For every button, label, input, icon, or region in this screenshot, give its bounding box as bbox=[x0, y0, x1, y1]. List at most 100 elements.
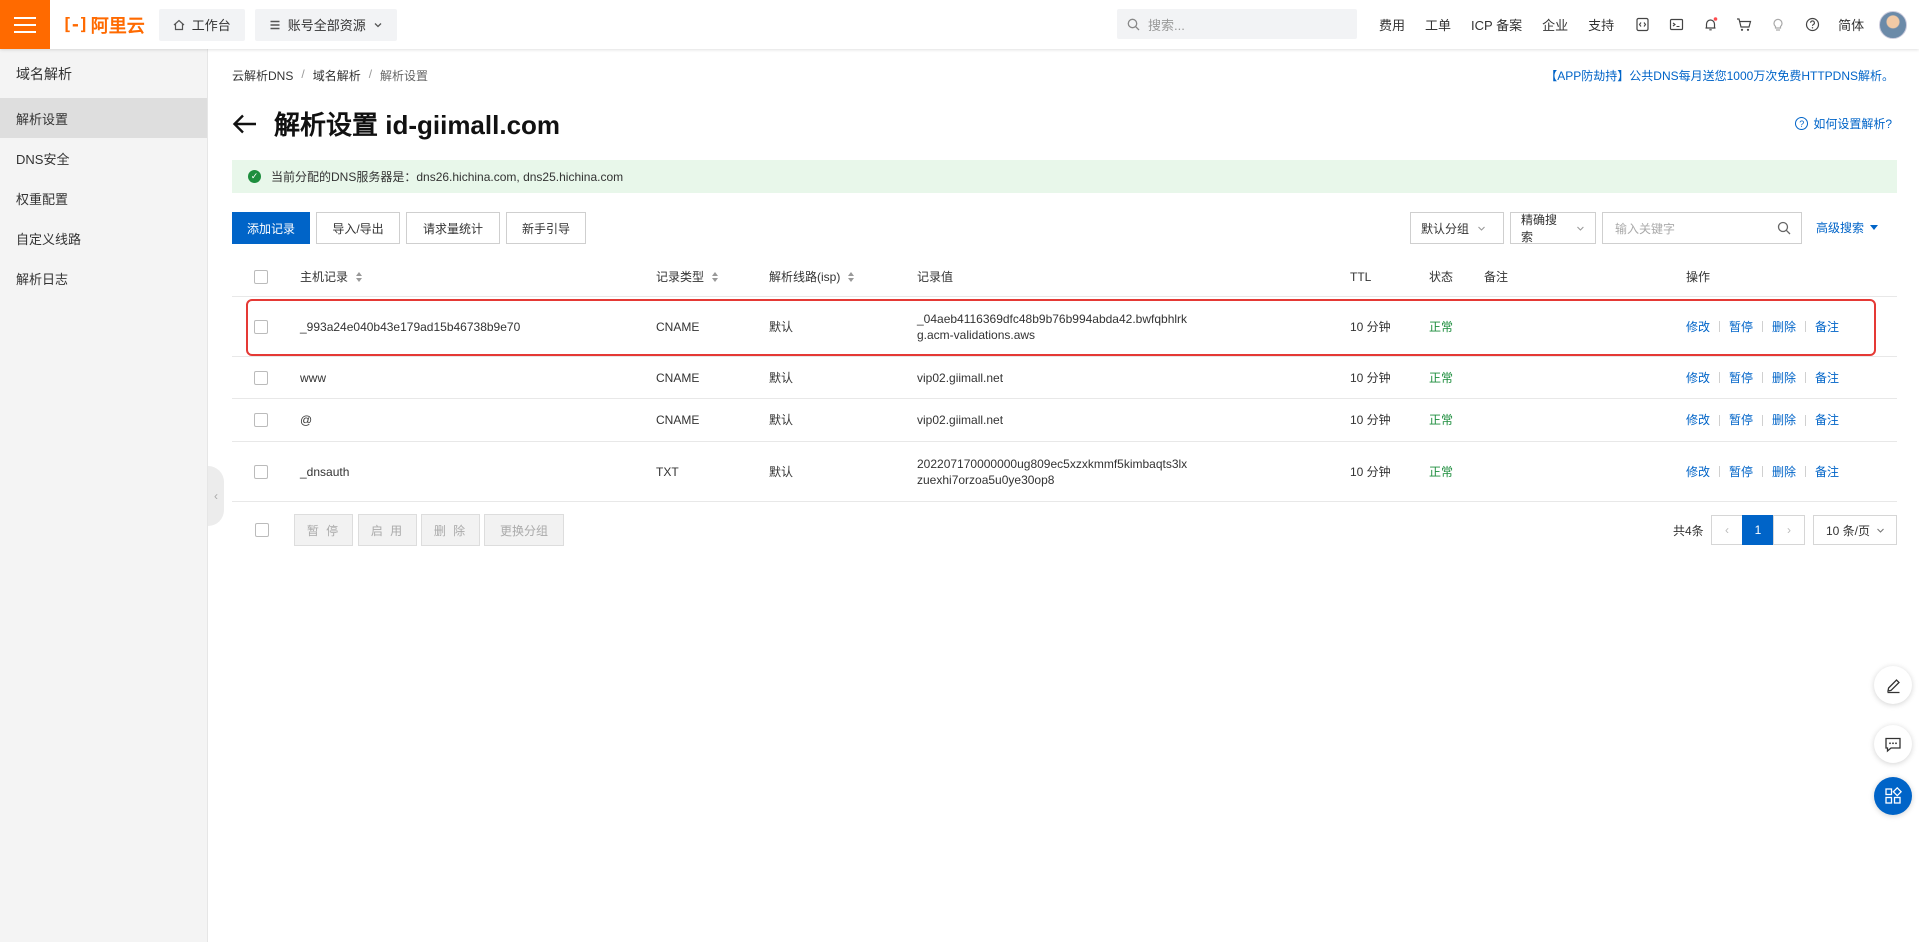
pause-button[interactable]: 暂停 bbox=[1729, 464, 1753, 480]
header-line[interactable]: 解析线路(isp) bbox=[769, 257, 855, 296]
sidebar-item-dns-security[interactable]: DNS安全 bbox=[0, 138, 207, 178]
sidebar-item-dns-settings[interactable]: 解析设置 bbox=[0, 98, 207, 138]
bulk-enable-button[interactable]: 启 用 bbox=[358, 514, 417, 546]
resources-dropdown[interactable]: 账号全部资源 bbox=[254, 8, 397, 41]
pause-button[interactable]: 暂停 bbox=[1729, 412, 1753, 428]
pause-button[interactable]: 暂停 bbox=[1729, 319, 1753, 335]
top-link-icp[interactable]: ICP 备案 bbox=[1471, 15, 1522, 34]
header-type-label: 记录类型 bbox=[656, 269, 705, 284]
breadcrumb-item-current: 解析设置 bbox=[380, 69, 429, 83]
next-page-button[interactable]: › bbox=[1773, 515, 1805, 545]
help-link[interactable]: ? 如何设置解析? bbox=[1795, 115, 1892, 132]
avatar[interactable] bbox=[1879, 11, 1907, 39]
row-checkbox[interactable] bbox=[254, 413, 268, 427]
guide-button[interactable]: 新手引导 bbox=[506, 212, 586, 244]
edit-button[interactable]: 修改 bbox=[1686, 319, 1710, 335]
cell-host: www bbox=[300, 370, 326, 385]
code-icon[interactable] bbox=[1634, 17, 1650, 33]
check-circle-icon: ✓ bbox=[248, 170, 261, 183]
row-checkbox[interactable] bbox=[254, 319, 268, 334]
sidebar-item-weight-config[interactable]: 权重配置 bbox=[0, 178, 207, 218]
edit-button[interactable]: 修改 bbox=[1686, 412, 1710, 428]
row-checkbox-cell bbox=[254, 399, 268, 441]
cart-icon[interactable] bbox=[1736, 17, 1752, 33]
breadcrumb-item-cloud-dns[interactable]: 云解析DNS bbox=[232, 67, 293, 84]
terminal-icon[interactable] bbox=[1668, 17, 1684, 33]
global-search-input[interactable]: 搜索... bbox=[1117, 9, 1357, 39]
prev-page-button[interactable]: ‹ bbox=[1711, 515, 1743, 545]
breadcrumb-item-domain-dns[interactable]: 域名解析 bbox=[313, 67, 361, 84]
sidebar-collapse-toggle[interactable]: ‹ bbox=[208, 466, 224, 526]
remark-button[interactable]: 备注 bbox=[1815, 370, 1839, 386]
header-ttl: TTL bbox=[1350, 269, 1372, 284]
import-export-button[interactable]: 导入/导出 bbox=[316, 212, 400, 244]
edit-feedback-button[interactable] bbox=[1874, 666, 1912, 704]
cell-ttl: 10 分钟 bbox=[1350, 319, 1391, 334]
sidebar-item-dns-logs[interactable]: 解析日志 bbox=[0, 258, 207, 298]
remark-button[interactable]: 备注 bbox=[1815, 412, 1839, 428]
top-link-enterprise[interactable]: 企业 bbox=[1542, 15, 1568, 34]
lightbulb-icon[interactable] bbox=[1770, 17, 1786, 33]
status-badge: 正常 bbox=[1429, 370, 1454, 385]
top-link-tickets[interactable]: 工单 bbox=[1425, 15, 1451, 34]
status-badge: 正常 bbox=[1429, 413, 1454, 427]
delete-button[interactable]: 删除 bbox=[1772, 412, 1796, 428]
cell-type: CNAME bbox=[656, 319, 700, 334]
bell-icon[interactable] bbox=[1702, 17, 1718, 33]
edit-button[interactable]: 修改 bbox=[1686, 370, 1710, 386]
cell-value: vip02.giimall.net bbox=[917, 370, 1004, 385]
select-all-checkbox[interactable] bbox=[254, 269, 268, 284]
back-arrow-icon[interactable] bbox=[232, 113, 258, 135]
top-link-fees[interactable]: 费用 bbox=[1379, 15, 1405, 34]
advanced-search-toggle[interactable]: 高级搜索 bbox=[1816, 219, 1879, 236]
chevron-left-icon: ‹ bbox=[214, 489, 218, 503]
delete-button[interactable]: 删除 bbox=[1772, 319, 1796, 335]
edit-button[interactable]: 修改 bbox=[1686, 464, 1710, 480]
delete-button[interactable]: 删除 bbox=[1772, 464, 1796, 480]
promo-link[interactable]: 【APP防劫持】公共DNS每月送您1000万次免费HTTPDNS解析。 bbox=[1545, 67, 1894, 84]
bulk-pause-button[interactable]: 暂 停 bbox=[294, 514, 353, 546]
workbench-button[interactable]: 工作台 bbox=[158, 8, 245, 41]
sort-icon[interactable] bbox=[712, 271, 719, 282]
search-icon[interactable] bbox=[1777, 221, 1791, 235]
help-icon[interactable] bbox=[1804, 17, 1820, 33]
cell-host: @ bbox=[300, 413, 313, 427]
cell-ttl: 10 分钟 bbox=[1350, 464, 1391, 479]
menu-icon[interactable] bbox=[0, 0, 50, 49]
top-link-support[interactable]: 支持 bbox=[1588, 15, 1614, 34]
page-number-button[interactable]: 1 bbox=[1742, 515, 1774, 545]
row-checkbox[interactable] bbox=[254, 464, 268, 479]
page-size-select[interactable]: 10 条/页 bbox=[1813, 515, 1897, 545]
sidebar-item-custom-lines[interactable]: 自定义线路 bbox=[0, 218, 207, 258]
remark-button[interactable]: 备注 bbox=[1815, 464, 1839, 480]
add-record-button[interactable]: 添加记录 bbox=[232, 212, 310, 244]
delete-button[interactable]: 删除 bbox=[1772, 370, 1796, 386]
page-title: 解析设置 id-giimall.com bbox=[274, 110, 561, 140]
header-host-label: 主机记录 bbox=[300, 269, 349, 284]
aliyun-logo[interactable]: [-] 阿里云 bbox=[62, 12, 145, 38]
chat-button[interactable] bbox=[1874, 725, 1912, 763]
sort-icon[interactable] bbox=[356, 271, 363, 282]
bulk-delete-button[interactable]: 删 除 bbox=[421, 514, 480, 546]
search-mode-select[interactable]: 精确搜索 bbox=[1510, 212, 1596, 244]
sort-icon[interactable] bbox=[848, 271, 855, 282]
remark-button[interactable]: 备注 bbox=[1815, 319, 1839, 335]
divider bbox=[1762, 414, 1764, 426]
chat-icon bbox=[1885, 737, 1901, 752]
row-checkbox[interactable] bbox=[254, 370, 268, 385]
apps-button[interactable] bbox=[1874, 777, 1912, 815]
footer-checkbox-cell bbox=[255, 514, 269, 546]
select-all-checkbox[interactable] bbox=[255, 523, 269, 537]
bulk-change-group-button[interactable]: 更换分组 bbox=[484, 514, 564, 546]
logo-text: 阿里云 bbox=[90, 15, 145, 36]
divider bbox=[1762, 372, 1764, 383]
header-type[interactable]: 记录类型 bbox=[656, 257, 719, 296]
pause-button[interactable]: 暂停 bbox=[1729, 370, 1753, 386]
group-select[interactable]: 默认分组 bbox=[1410, 212, 1504, 244]
request-stats-button[interactable]: 请求量统计 bbox=[406, 212, 500, 244]
language-switch[interactable]: 简体 bbox=[1838, 15, 1864, 34]
cell-type: CNAME bbox=[656, 413, 700, 427]
keyword-search-input[interactable]: 输入关键字 bbox=[1602, 212, 1802, 244]
header-host[interactable]: 主机记录 bbox=[300, 257, 363, 296]
divider bbox=[1719, 466, 1721, 477]
